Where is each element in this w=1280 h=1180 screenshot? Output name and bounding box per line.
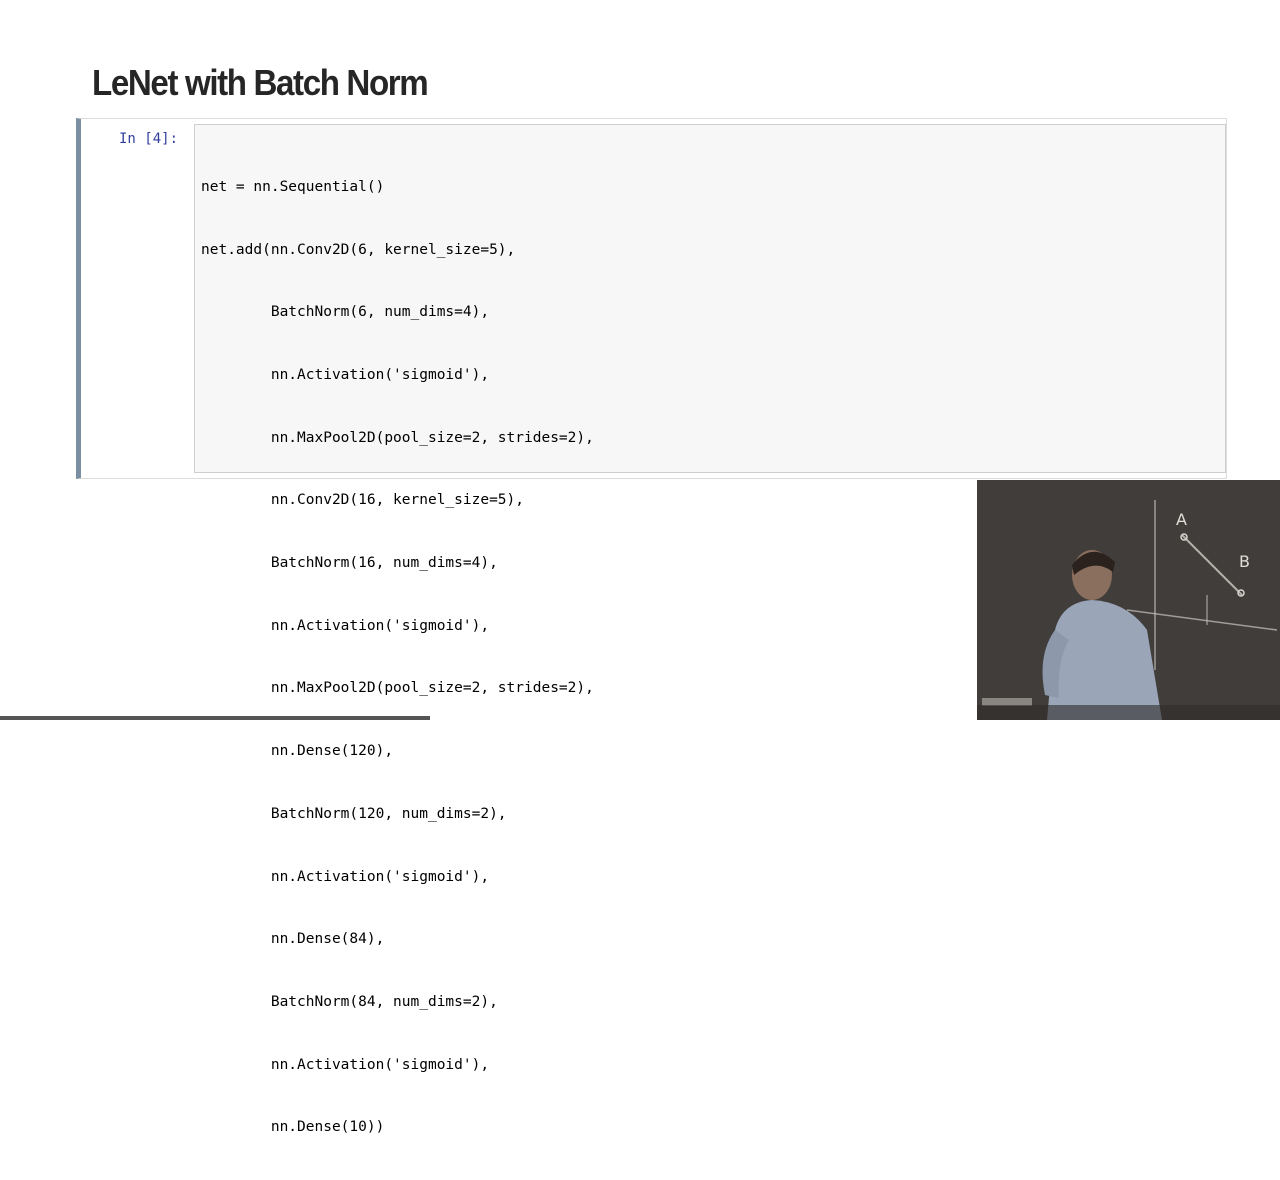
- presenter-video: A B: [977, 480, 1280, 720]
- code-line: nn.Activation('sigmoid'),: [201, 1056, 490, 1073]
- code-line: nn.MaxPool2D(pool_size=2, strides=2),: [201, 680, 594, 697]
- code-line: net.add(nn.Conv2D(6, kernel_size=5),: [201, 241, 516, 258]
- code-line: nn.Dense(120),: [201, 743, 394, 760]
- code-line: nn.Activation('sigmoid'),: [201, 617, 490, 634]
- board-letter-a: A: [1176, 510, 1187, 529]
- code-line: BatchNorm(120, num_dims=2),: [201, 805, 507, 822]
- code-line: nn.Activation('sigmoid'),: [201, 868, 490, 885]
- code-line: BatchNorm(84, num_dims=2),: [201, 993, 498, 1010]
- code-line: net = nn.Sequential(): [201, 178, 385, 195]
- code-line: nn.Conv2D(16, kernel_size=5),: [201, 492, 525, 509]
- notebook-code-cell[interactable]: In [4]: net = nn.Sequential() net.add(nn…: [76, 118, 1227, 1135]
- code-line: nn.Activation('sigmoid'),: [201, 366, 490, 383]
- code-editor[interactable]: net = nn.Sequential() net.add(nn.Conv2D(…: [194, 124, 1226, 1135]
- code-line: BatchNorm(16, num_dims=4),: [201, 555, 498, 572]
- slide-title: LeNet with Batch Norm: [92, 62, 429, 103]
- code-line: nn.MaxPool2D(pool_size=2, strides=2),: [201, 429, 594, 446]
- code-line: BatchNorm(6, num_dims=4),: [201, 304, 490, 321]
- board-letter-b: B: [1239, 552, 1250, 571]
- code-block: net = nn.Sequential() net.add(nn.Conv2D(…: [201, 135, 594, 1180]
- code-line: nn.Dense(10)): [201, 1119, 385, 1136]
- presenter-video-frame: A B: [977, 480, 1280, 720]
- progress-bar: [0, 716, 430, 720]
- input-prompt: In [4]:: [119, 131, 179, 147]
- code-line: nn.Dense(84),: [201, 931, 385, 948]
